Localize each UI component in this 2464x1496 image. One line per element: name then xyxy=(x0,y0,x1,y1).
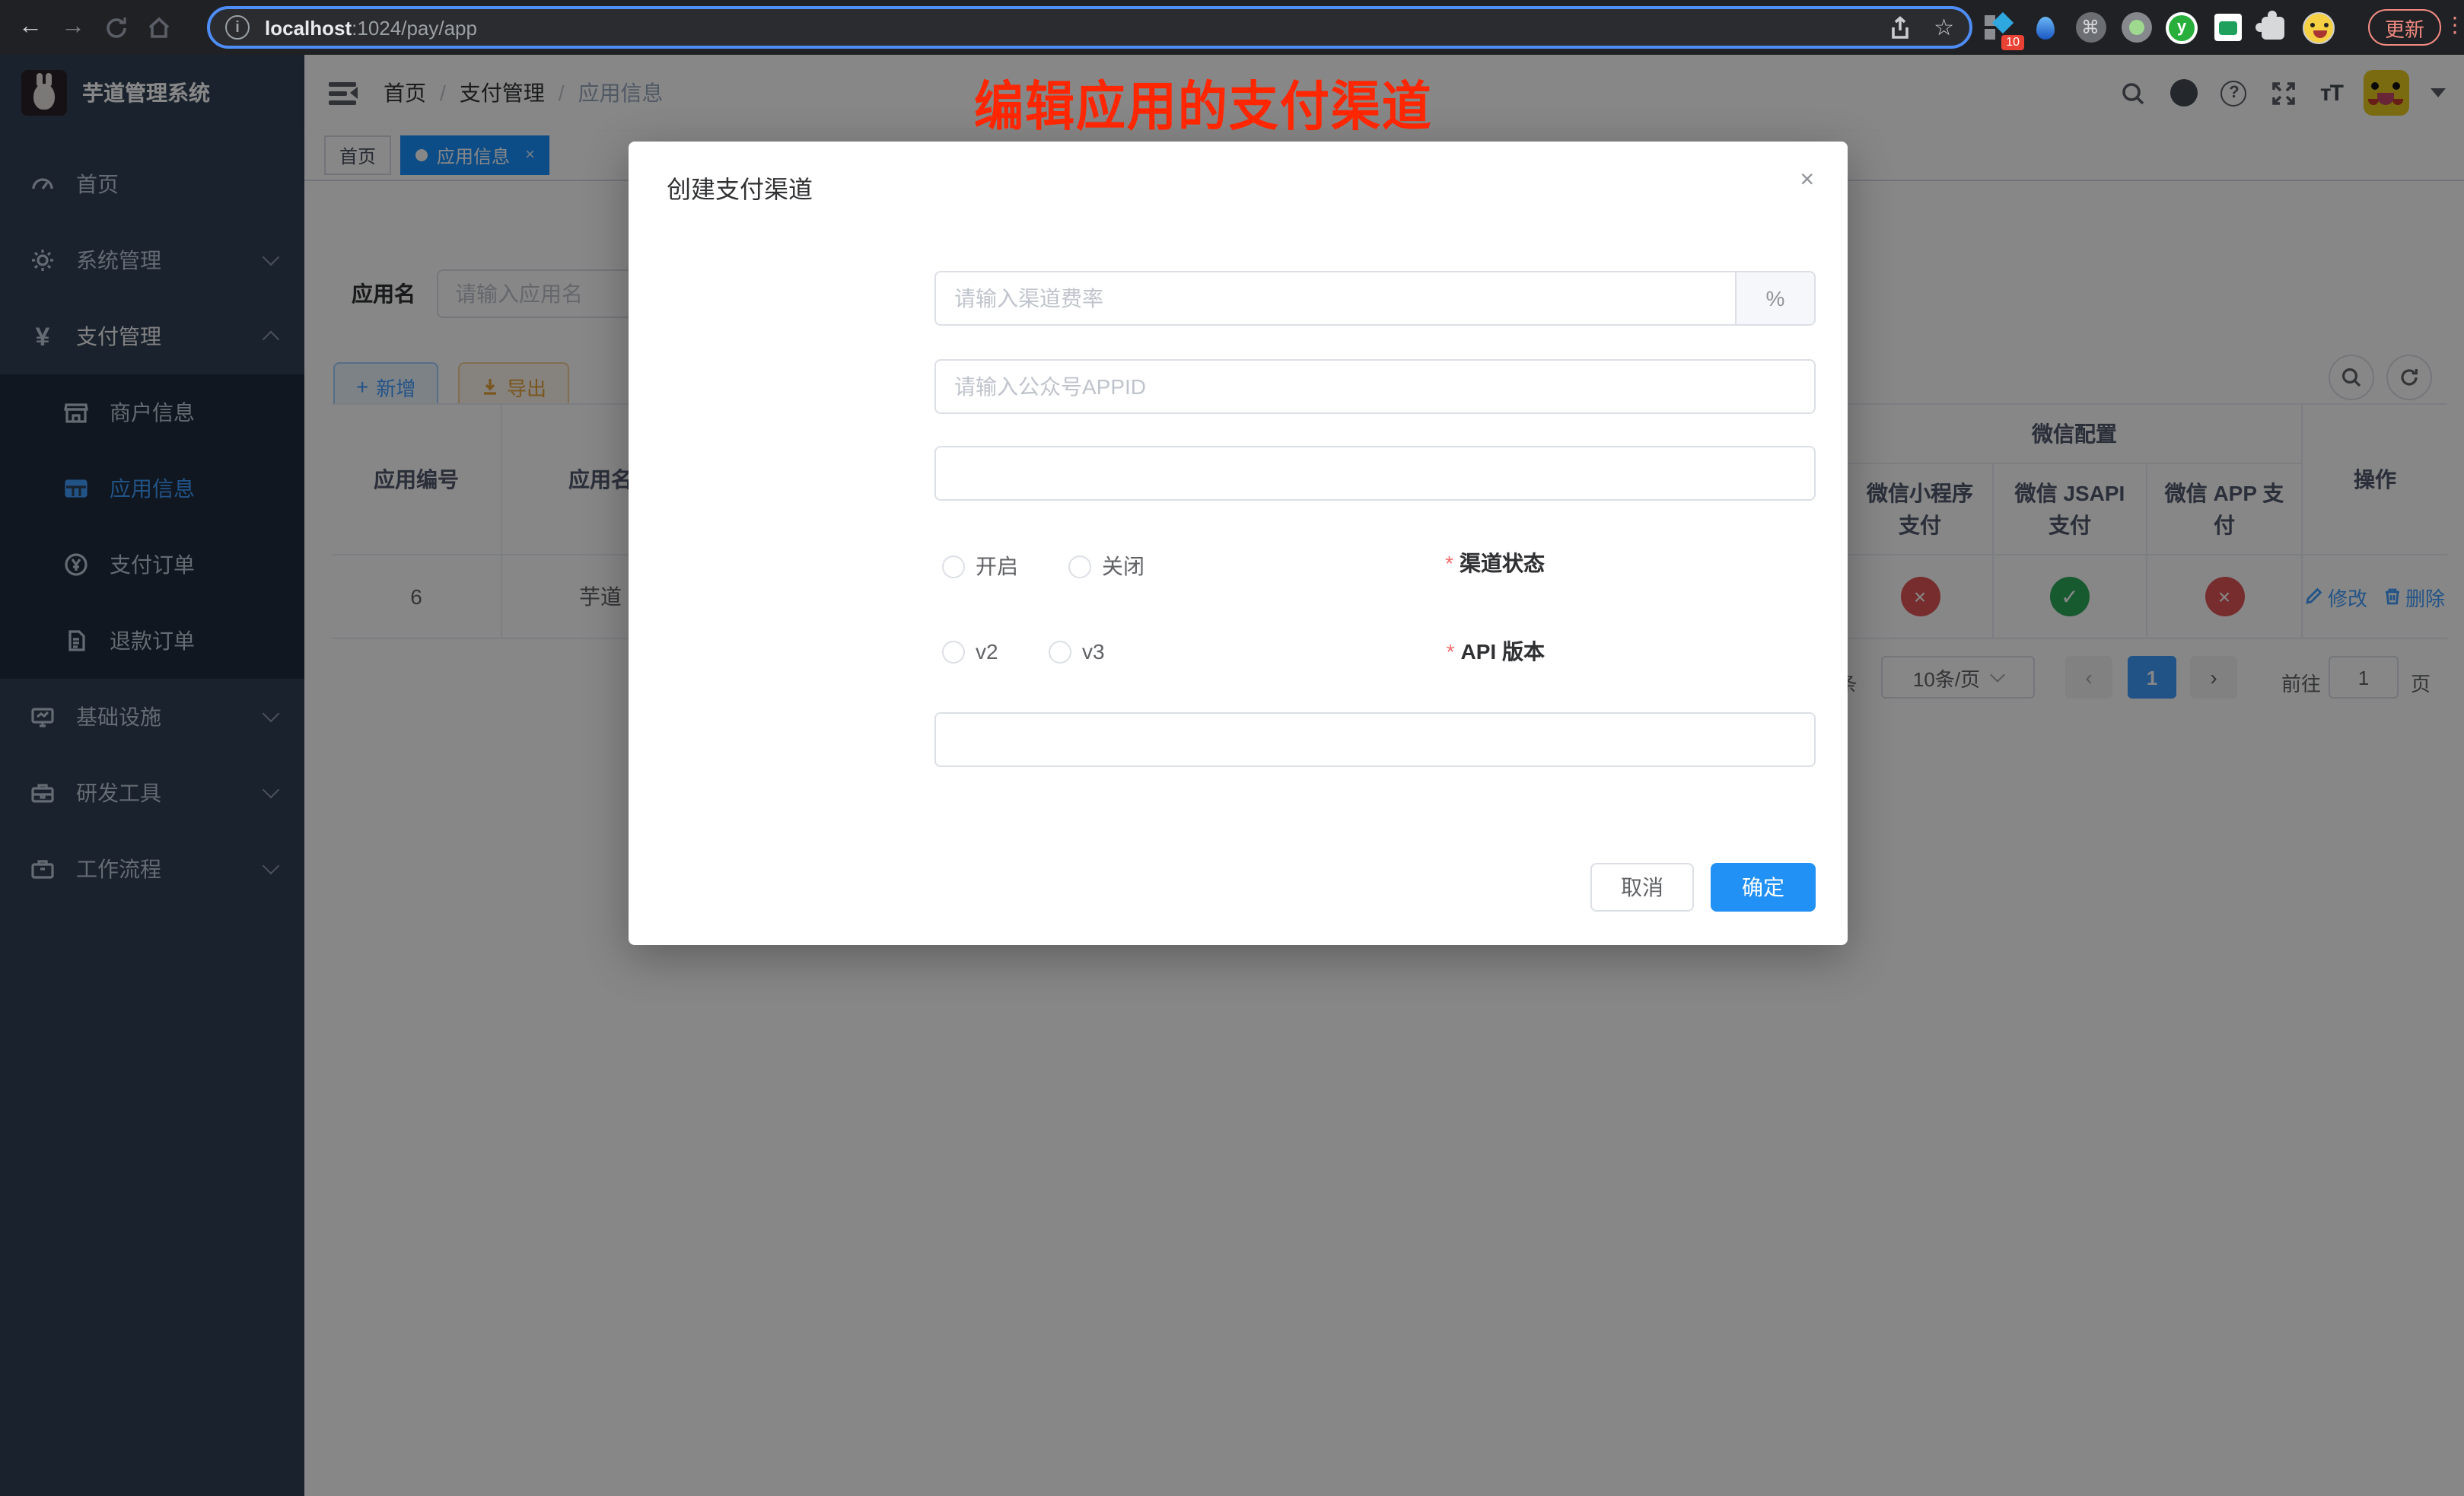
extension-badge: 10 xyxy=(2001,34,2024,49)
input-placeholder: 请输入公众号APPID xyxy=(954,371,1146,402)
confirm-button[interactable]: 确定 xyxy=(1711,863,1816,912)
extension-balloon-icon[interactable] xyxy=(2029,11,2061,43)
radio-label: v2 xyxy=(976,639,998,664)
url-text: localhost:1024/pay/app xyxy=(265,16,477,39)
profile-emoji-avatar[interactable] xyxy=(2303,11,2335,43)
browser-update-button[interactable]: 更新 xyxy=(2368,9,2441,46)
create-pay-channel-dialog: 创建支付渠道 × 渠道费率 请输入渠道费率 % 公众号APPID 请输入公众号A… xyxy=(629,142,1848,945)
radio-label: 关闭 xyxy=(1102,551,1144,581)
url-host: localhost xyxy=(265,16,352,39)
annotation-text: 编辑应用的支付渠道 xyxy=(974,64,1540,142)
reload-icon xyxy=(103,14,129,40)
update-label: 更新 xyxy=(2385,13,2424,42)
extension-command-icon[interactable]: ⌘ xyxy=(2074,11,2106,43)
extensions-row: 10 ⌘ y xyxy=(1983,0,2335,55)
browser-toolbar: ← → i localhost:1024/pay/app ☆ 10 ⌘ y xyxy=(0,0,2464,55)
screen: ← → i localhost:1024/pay/app ☆ 10 ⌘ y xyxy=(0,0,2464,1496)
dialog-title: 创建支付渠道 xyxy=(667,169,813,205)
field-label-status: 渠道状态 xyxy=(1445,536,1545,590)
share-icon[interactable] xyxy=(1886,14,1912,40)
remark-input[interactable] xyxy=(934,712,1816,767)
extension-y-icon[interactable]: y xyxy=(2166,11,2198,43)
extension-chat-icon[interactable] xyxy=(2211,11,2243,43)
api-v3-radio[interactable]: v3 xyxy=(1049,639,1105,664)
rate-input[interactable]: 请输入渠道费率 xyxy=(934,271,1737,326)
url-path: :1024/pay/app xyxy=(352,16,477,39)
extension-record-icon[interactable] xyxy=(2120,11,2152,43)
browser-forward-button[interactable]: → xyxy=(52,6,94,49)
browser-home-button[interactable] xyxy=(137,6,180,49)
radio-circle-icon xyxy=(1049,640,1071,663)
merchant-input[interactable] xyxy=(934,446,1816,501)
rate-append-unit: % xyxy=(1737,271,1816,326)
radio-label: v3 xyxy=(1082,639,1105,664)
radio-circle-icon xyxy=(1068,555,1091,578)
api-v2-radio[interactable]: v2 xyxy=(942,639,998,664)
input-placeholder: 请输入渠道费率 xyxy=(954,283,1103,314)
site-info-icon[interactable]: i xyxy=(225,15,250,40)
status-off-radio[interactable]: 关闭 xyxy=(1068,551,1144,581)
extension-diamond-icon[interactable]: 10 xyxy=(1983,11,2015,43)
status-on-radio[interactable]: 开启 xyxy=(942,551,1018,581)
extensions-puzzle-icon[interactable] xyxy=(2257,11,2289,43)
bookmark-star-icon[interactable]: ☆ xyxy=(1934,14,1954,41)
dialog-close-icon[interactable]: × xyxy=(1800,169,1814,193)
address-bar[interactable]: i localhost:1024/pay/app ☆ xyxy=(207,6,1972,49)
radio-circle-icon xyxy=(942,640,965,663)
radio-label: 开启 xyxy=(976,551,1018,581)
browser-back-button[interactable]: ← xyxy=(9,6,52,49)
appid-input[interactable]: 请输入公众号APPID xyxy=(934,359,1816,414)
home-icon xyxy=(145,14,171,40)
browser-menu-kebab-icon[interactable]: ⋮ xyxy=(2444,12,2464,38)
field-label-api-version: API 版本 xyxy=(1447,624,1545,679)
cancel-button[interactable]: 取消 xyxy=(1590,863,1694,912)
browser-reload-button[interactable] xyxy=(94,6,137,49)
radio-circle-icon xyxy=(942,555,965,578)
